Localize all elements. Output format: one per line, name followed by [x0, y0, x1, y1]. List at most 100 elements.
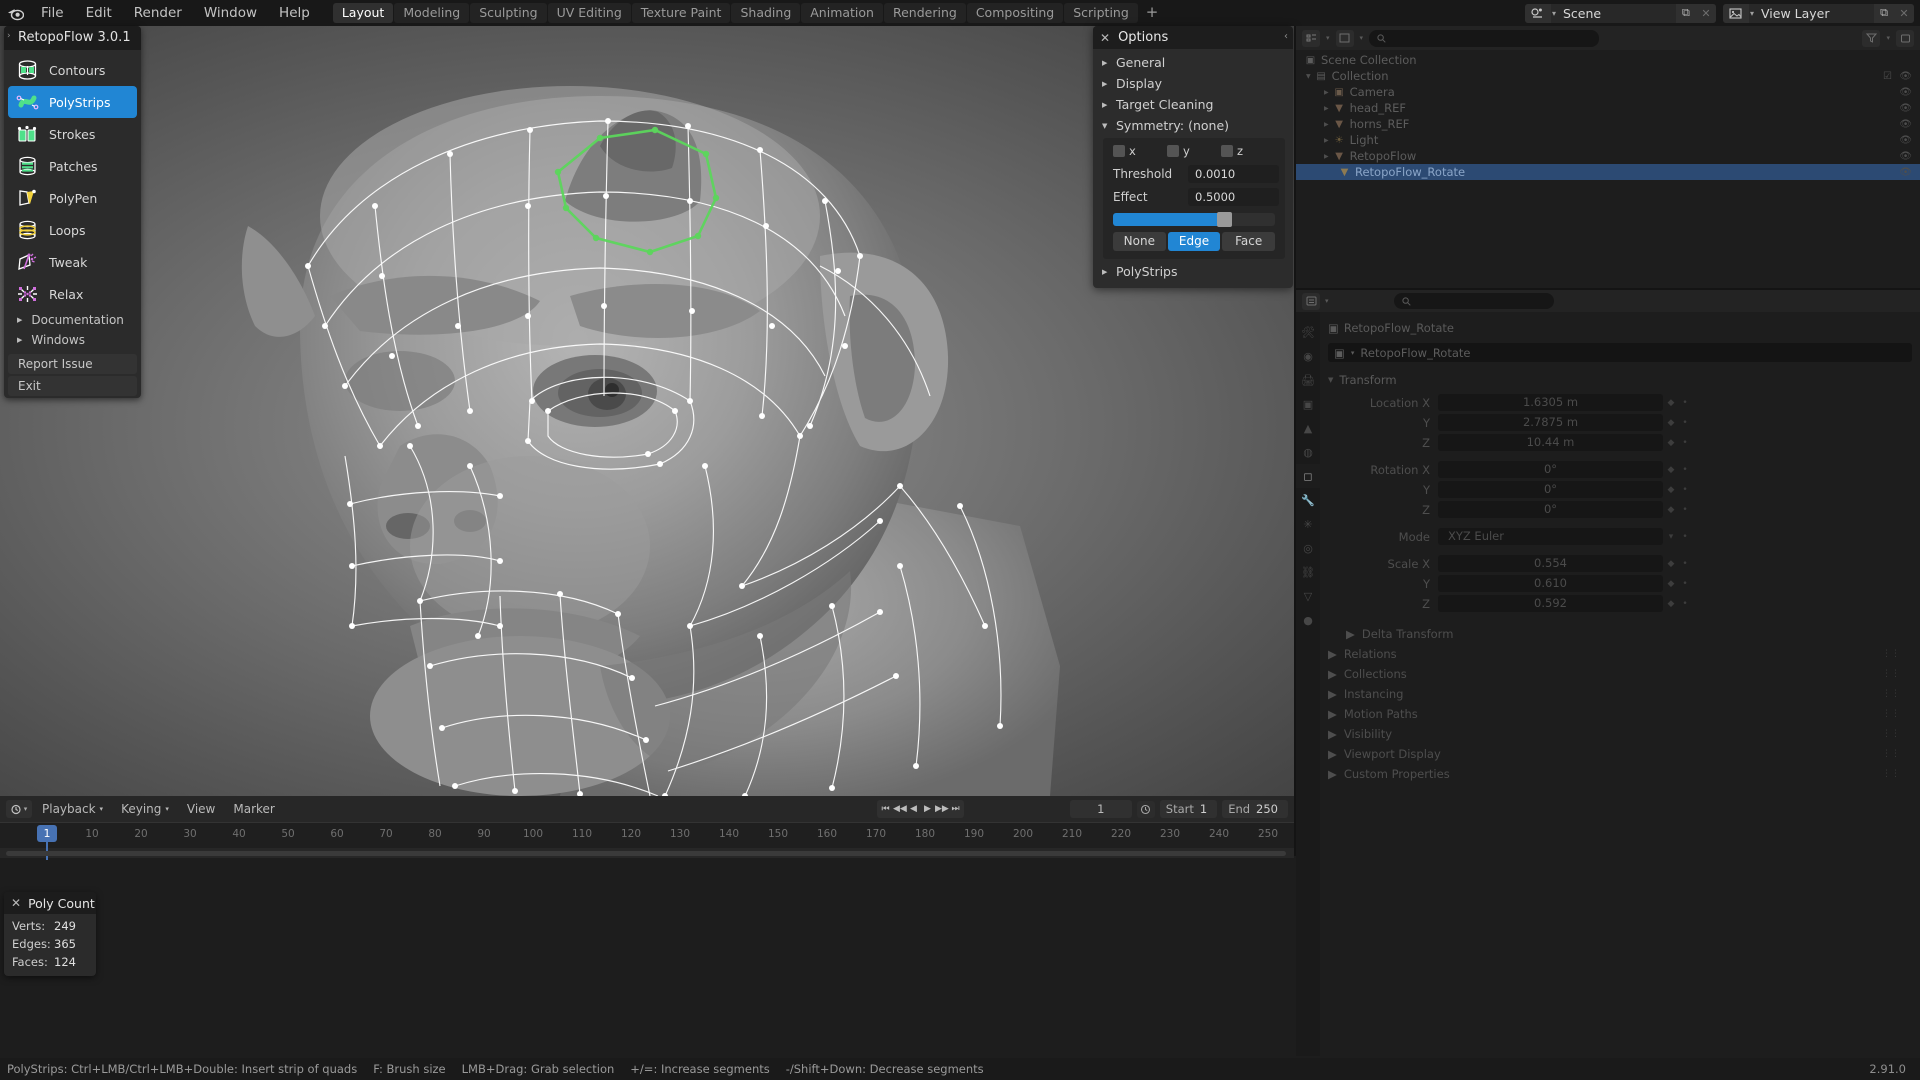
tab-render-icon[interactable]: ◉	[1296, 344, 1320, 368]
collection-checkbox[interactable]: ☑	[1883, 71, 1892, 82]
prop-value[interactable]: 0.610	[1438, 575, 1663, 592]
triangle-down-icon[interactable]: ▼	[1306, 73, 1311, 80]
decorator-icon[interactable]: •	[1679, 418, 1691, 428]
tab-view-layer-icon[interactable]: ▣	[1296, 392, 1320, 416]
decorator-icon[interactable]: •	[1679, 485, 1691, 495]
options-section-polystrips[interactable]: ▶ PolyStrips	[1093, 261, 1293, 282]
chevron-left-icon[interactable]: ‹	[1284, 31, 1288, 42]
options-section-symmetry[interactable]: ▼ Symmetry: (none)	[1093, 115, 1293, 136]
tab-layout[interactable]: Layout	[332, 3, 394, 23]
chevron-down-icon[interactable]: ▾	[1360, 34, 1364, 42]
eye-icon[interactable]: 👁	[1899, 71, 1912, 82]
close-icon[interactable]: ✕	[1100, 32, 1110, 44]
options-dots-icon[interactable]: ⋮⋮	[1882, 649, 1900, 659]
symmetry-face-button[interactable]: Face	[1222, 232, 1276, 251]
section-windows[interactable]: ▶ Windows	[8, 330, 137, 350]
triangle-right-icon[interactable]: ▶	[1324, 153, 1329, 160]
end-value[interactable]: 250	[1256, 800, 1288, 818]
animate-icon[interactable]: ◆	[1663, 505, 1679, 515]
view-layer-name[interactable]: View Layer	[1754, 3, 1874, 23]
outliner-row-horns-ref[interactable]: ▶ ▼ horns_REF 👁	[1296, 116, 1920, 132]
slider-knob[interactable]	[1216, 212, 1232, 227]
section-motion-paths[interactable]: ▶ Motion Paths ⋮⋮	[1328, 704, 1912, 724]
scene-duplicate-icon[interactable]: ⧉	[1675, 3, 1696, 23]
timeline-ruler[interactable]: 10 20 30 40 50 60 70 80 90 100 110 120 1…	[0, 822, 1294, 860]
menu-render[interactable]: Render	[123, 0, 193, 26]
playhead[interactable]: 1	[37, 825, 57, 842]
tool-relax[interactable]: Relax	[8, 278, 137, 310]
threshold-input[interactable]: 0.0010	[1188, 165, 1279, 183]
outliner-row-light[interactable]: ▶ ☀ Light 👁	[1296, 132, 1920, 148]
display-mode-icon[interactable]	[1335, 29, 1354, 47]
tool-patches[interactable]: Patches	[8, 150, 137, 182]
tab-compositing[interactable]: Compositing	[966, 3, 1064, 23]
tab-modifier-icon[interactable]: 🔧	[1296, 488, 1320, 512]
effect-input[interactable]: 0.5000	[1188, 188, 1279, 206]
timeline-menu-view[interactable]: View	[179, 800, 223, 818]
prop-value[interactable]: XYZ Euler	[1438, 528, 1663, 545]
report-issue-button[interactable]: Report Issue	[8, 354, 137, 374]
scene-name[interactable]: Scene	[1555, 3, 1676, 23]
view-layer-close-icon[interactable]: ✕	[1894, 3, 1914, 23]
chevron-down-icon[interactable]: ▾	[1886, 34, 1890, 42]
prev-keyframe-icon[interactable]: ◀◀	[893, 804, 907, 814]
triangle-right-icon[interactable]: ▶	[1324, 121, 1329, 128]
next-keyframe-icon[interactable]: ▶▶	[935, 804, 949, 814]
options-dots-icon[interactable]: ⋮⋮	[1882, 769, 1900, 779]
add-workspace-button[interactable]: +	[1139, 3, 1166, 23]
animate-icon[interactable]: ◆	[1663, 579, 1679, 589]
prop-value[interactable]: 1.6305 m	[1438, 394, 1663, 411]
timeline-menu-marker[interactable]: Marker	[225, 800, 282, 818]
eye-icon[interactable]: 👁	[1899, 119, 1912, 130]
new-collection-icon[interactable]	[1896, 29, 1914, 47]
object-name[interactable]: RetopoFlow_Rotate	[1360, 346, 1470, 360]
symmetry-y-checkbox[interactable]	[1167, 145, 1179, 157]
animate-icon[interactable]: ◆	[1663, 438, 1679, 448]
triangle-right-icon[interactable]: ▶	[1324, 105, 1329, 112]
outliner-row-collection[interactable]: ▼ ▤ Collection ☑ 👁	[1296, 68, 1920, 84]
symmetry-z-checkbox[interactable]	[1221, 145, 1233, 157]
timeline-scrollbar[interactable]	[6, 851, 1286, 856]
tool-polystrips[interactable]: PolyStrips	[8, 86, 137, 118]
auto-key-icon[interactable]	[1136, 800, 1155, 818]
chevron-down-icon[interactable]: ▾	[1326, 34, 1330, 42]
prop-value[interactable]: 0°	[1438, 501, 1663, 518]
prop-value[interactable]: 0.554	[1438, 555, 1663, 572]
properties-editor-icon[interactable]	[1302, 292, 1320, 310]
options-dots-icon[interactable]: ⋮⋮	[1882, 669, 1900, 679]
frame-range-start[interactable]: Start 1	[1159, 800, 1218, 818]
decorator-icon[interactable]: •	[1679, 599, 1691, 609]
section-visibility[interactable]: ▶ Visibility ⋮⋮	[1328, 724, 1912, 744]
decorator-icon[interactable]: •	[1679, 579, 1691, 589]
play-icon[interactable]: ▶	[921, 804, 934, 814]
animate-icon[interactable]: ◆	[1663, 485, 1679, 495]
outliner-row-camera[interactable]: ▶ ▣ Camera 👁	[1296, 84, 1920, 100]
section-custom-properties[interactable]: ▶ Custom Properties ⋮⋮	[1328, 764, 1912, 784]
symmetry-x-checkbox[interactable]	[1113, 145, 1125, 157]
tab-output-icon[interactable]: 🖨	[1296, 368, 1320, 392]
properties-search-input[interactable]	[1393, 293, 1554, 309]
exit-button[interactable]: Exit	[8, 376, 137, 396]
timeline-menu-keying[interactable]: Keying ▾	[113, 800, 177, 818]
section-relations[interactable]: ▶ Relations ⋮⋮	[1328, 644, 1912, 664]
section-documentation[interactable]: ▶ Documentation	[8, 310, 137, 330]
section-instancing[interactable]: ▶ Instancing ⋮⋮	[1328, 684, 1912, 704]
timeline-menu-playback[interactable]: Playback ▾	[34, 800, 111, 818]
eye-icon[interactable]: 👁	[1899, 151, 1912, 162]
tab-uv-editing[interactable]: UV Editing	[547, 3, 631, 23]
close-icon[interactable]: ✕	[11, 897, 21, 909]
options-section-display[interactable]: ▶ Display	[1093, 73, 1293, 94]
start-value[interactable]: 1	[1200, 800, 1217, 818]
jump-end-icon[interactable]: ⏭	[949, 804, 962, 814]
jump-start-icon[interactable]: ⏮	[879, 804, 892, 814]
animate-icon[interactable]: ◆	[1663, 559, 1679, 569]
play-reverse-icon[interactable]: ◀	[907, 804, 920, 814]
tab-sculpting[interactable]: Sculpting	[470, 3, 547, 23]
triangle-right-icon[interactable]: ▶	[1324, 89, 1329, 96]
outliner-row-retopoflow[interactable]: ▶ ▼ RetopoFlow 👁	[1296, 148, 1920, 164]
tool-tweak[interactable]: Tweak	[8, 246, 137, 278]
chevron-down-icon[interactable]: ▾	[1325, 297, 1329, 305]
animate-icon[interactable]: ◆	[1663, 398, 1679, 408]
timeline-editor-icon[interactable]: ▾	[6, 800, 32, 818]
prop-value[interactable]: 0°	[1438, 481, 1663, 498]
